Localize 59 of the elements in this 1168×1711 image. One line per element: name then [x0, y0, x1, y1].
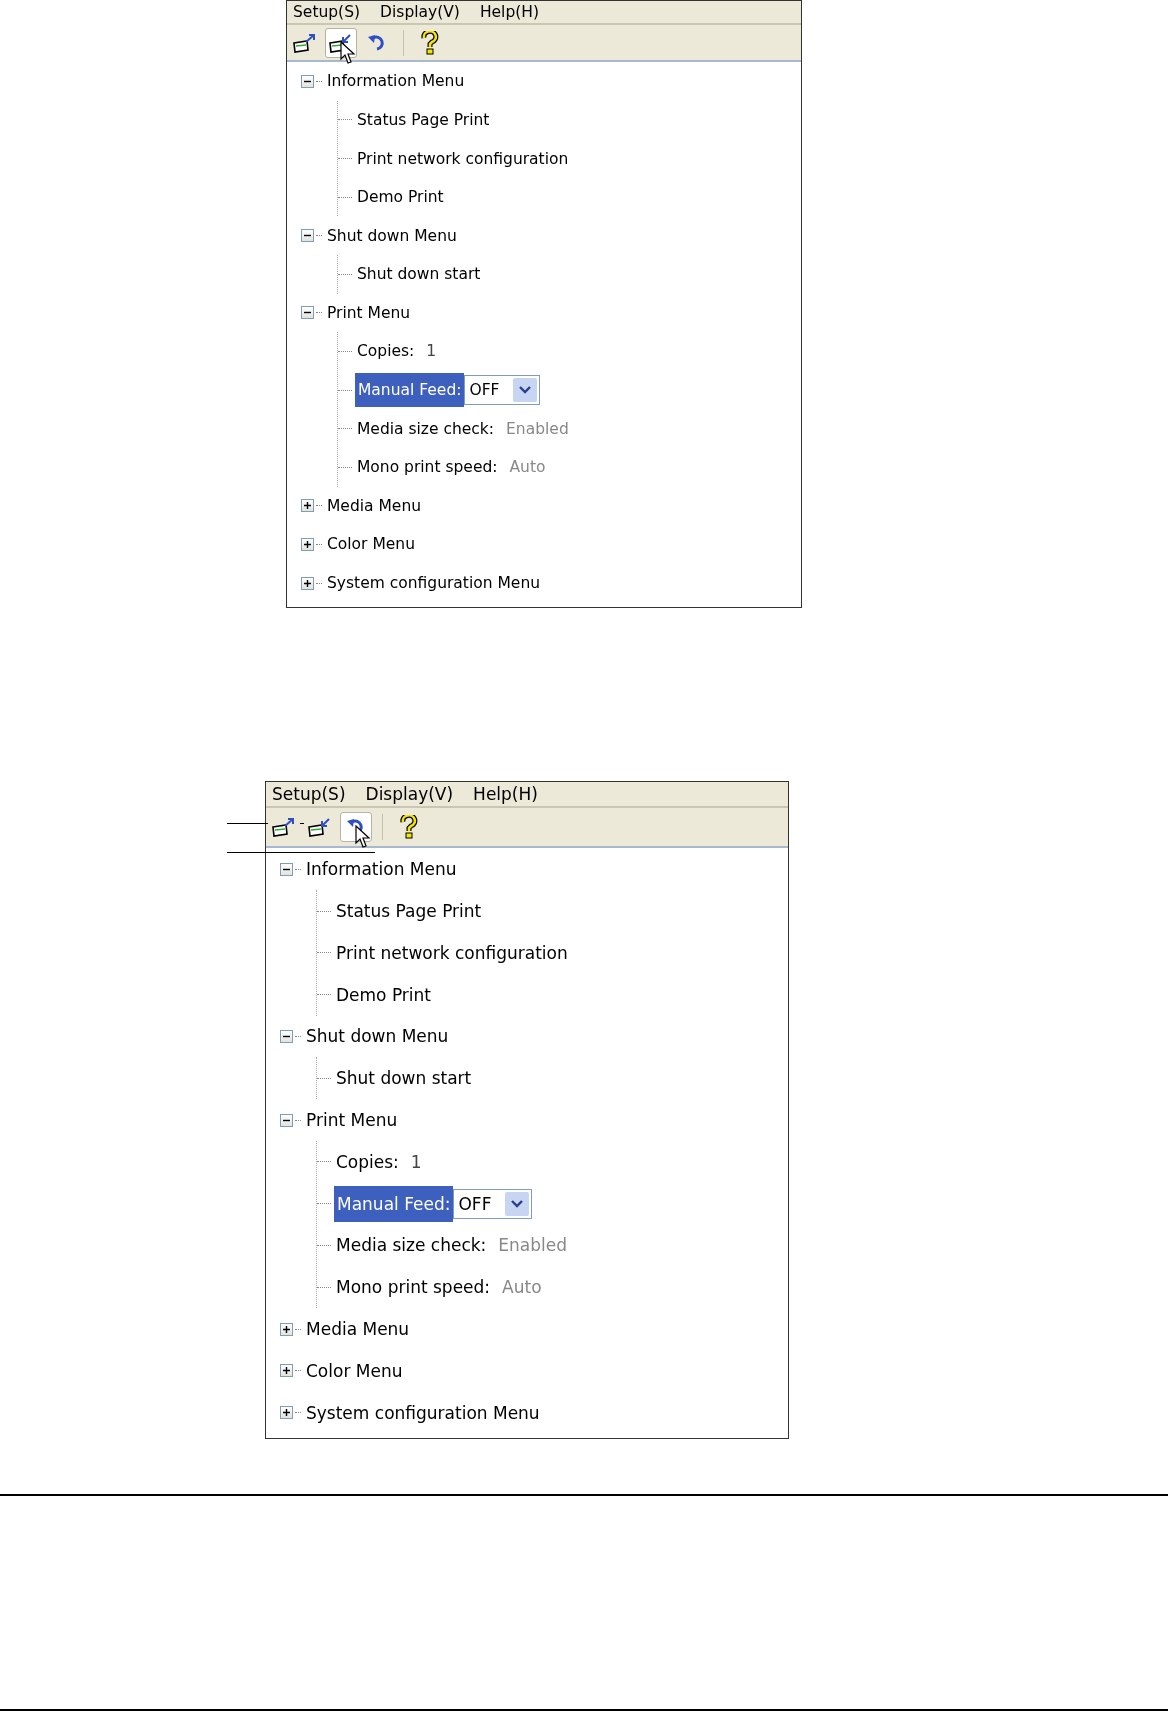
tray-arrow-out-icon [272, 817, 296, 838]
tree-item[interactable]: Information Menu [304, 859, 459, 880]
tree-item[interactable]: Print network configuration [355, 149, 571, 168]
setting-value: Auto [502, 1277, 542, 1298]
collapse-icon[interactable] [301, 74, 314, 88]
setting-value: Enabled [506, 419, 569, 438]
expand-icon[interactable] [280, 1364, 293, 1378]
tree-item[interactable]: Media Menu [304, 1319, 412, 1339]
tree-item[interactable]: Shut down start [355, 265, 483, 284]
collapse-icon[interactable] [280, 862, 293, 876]
menu-item[interactable]: Display(V) [365, 784, 454, 805]
tree-item[interactable]: System configuration Menu [325, 574, 543, 593]
tree-item[interactable]: Information Menu [325, 72, 467, 91]
tree-item[interactable]: Print Menu [304, 1110, 400, 1130]
dropdown[interactable]: OFF [464, 375, 541, 406]
dropdown[interactable]: OFF [453, 1188, 533, 1219]
tray-arrow-in-icon [308, 817, 332, 838]
collapse-icon[interactable] [301, 229, 314, 243]
setting-label[interactable]: Manual Feed: [334, 1185, 454, 1222]
menu-item[interactable]: Display(V) [380, 3, 460, 21]
cursor-icon [340, 40, 356, 65]
help-icon [421, 30, 439, 55]
setting-value: Enabled [498, 1235, 568, 1256]
expand-icon[interactable] [280, 1322, 293, 1336]
setting-value: 1 [426, 342, 437, 361]
chevron-down-icon [519, 386, 532, 395]
cursor-icon [355, 825, 371, 850]
chevron-down-icon [511, 1199, 524, 1208]
expand-icon[interactable] [280, 1406, 293, 1420]
setting-label[interactable]: Manual Feed: [355, 373, 465, 408]
tree-item[interactable]: Status Page Print [355, 110, 492, 129]
help-icon [400, 815, 418, 840]
tree-item[interactable]: Media Menu [325, 496, 424, 515]
tree-item[interactable]: Print Menu [325, 303, 413, 322]
setting-label[interactable]: Copies: [334, 1151, 401, 1172]
tree-item[interactable]: Shut down start [334, 1068, 474, 1089]
tray-arrow-out-icon [293, 32, 317, 53]
expand-icon[interactable] [301, 537, 314, 551]
menu-item[interactable]: Help(H) [473, 784, 538, 805]
tree-item[interactable]: Color Menu [304, 1360, 405, 1381]
expand-icon[interactable] [301, 499, 314, 513]
setting-value: 1 [410, 1151, 422, 1172]
collapse-icon[interactable] [301, 306, 314, 320]
tree-item[interactable]: Print network configuration [334, 942, 570, 963]
setting-value: Auto [509, 458, 546, 477]
menu-item[interactable]: Setup(S) [272, 784, 346, 805]
menu-item[interactable]: Setup(S) [293, 3, 361, 21]
collapse-icon[interactable] [280, 1029, 293, 1043]
setting-label[interactable]: Copies: [355, 342, 417, 361]
tree-item[interactable]: Demo Print [334, 984, 434, 1005]
tree-item[interactable]: Demo Print [355, 188, 446, 207]
menu-item[interactable]: Help(H) [479, 3, 539, 21]
tree-item[interactable]: Shut down Menu [325, 226, 459, 245]
tree-item[interactable]: Status Page Print [334, 901, 484, 922]
tree-item[interactable]: Color Menu [325, 535, 417, 554]
tree-item[interactable]: System configuration Menu [304, 1402, 542, 1423]
tree-item[interactable]: Shut down Menu [304, 1026, 451, 1047]
expand-icon[interactable] [301, 576, 314, 590]
collapse-icon[interactable] [280, 1113, 293, 1127]
